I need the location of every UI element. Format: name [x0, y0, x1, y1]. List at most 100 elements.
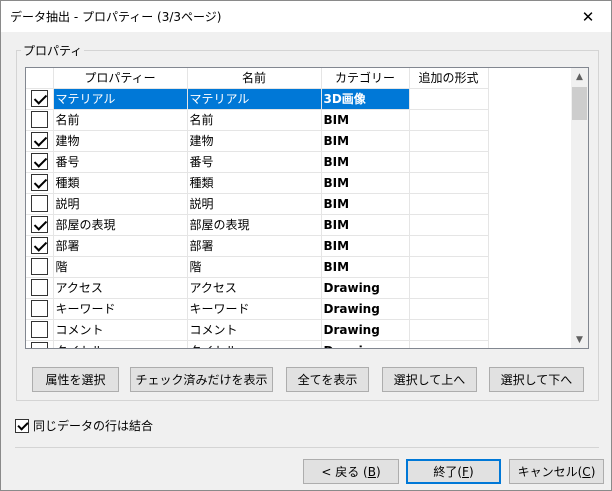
property-cell[interactable]: 部屋の表現 [53, 214, 188, 236]
category-cell[interactable]: BIM [321, 109, 410, 131]
property-cell[interactable]: タイトル [53, 340, 188, 348]
combine-rows-checkbox[interactable] [15, 418, 29, 433]
row-checkbox[interactable] [30, 90, 48, 107]
table-row[interactable]: 部署 部署 BIM [26, 235, 489, 257]
scroll-thumb[interactable] [572, 87, 587, 120]
table-row[interactable]: キーワード キーワード Drawing [26, 298, 489, 320]
name-cell[interactable]: 建物 [187, 130, 322, 152]
format-cell[interactable] [409, 277, 489, 299]
name-cell[interactable]: アクセス [187, 277, 322, 299]
vertical-scrollbar[interactable]: ▲ ▼ [571, 68, 588, 348]
name-cell[interactable]: 階 [187, 256, 322, 278]
property-cell[interactable]: コメント [53, 319, 188, 341]
name-cell[interactable]: タイトル [187, 340, 322, 348]
column-header-property[interactable]: プロパティー [53, 68, 188, 89]
property-cell[interactable]: アクセス [53, 277, 188, 299]
property-cell[interactable]: 建物 [53, 130, 188, 152]
cancel-button[interactable]: キャンセル(C) [509, 459, 604, 484]
select-attributes-button[interactable]: 属性を選択 [32, 367, 119, 392]
row-checkbox[interactable] [30, 153, 48, 170]
format-cell[interactable] [409, 214, 489, 236]
row-checkbox-cell [26, 277, 54, 299]
format-cell[interactable] [409, 340, 489, 348]
row-checkbox[interactable] [30, 321, 48, 338]
name-cell[interactable]: 種類 [187, 172, 322, 194]
category-cell[interactable]: BIM [321, 193, 410, 215]
column-header-format[interactable]: 追加の形式 [409, 68, 489, 89]
row-checkbox[interactable] [30, 237, 48, 254]
category-cell[interactable]: Drawing [321, 277, 410, 299]
category-cell[interactable]: 3D画像 [321, 88, 410, 110]
format-cell[interactable] [409, 319, 489, 341]
format-cell[interactable] [409, 235, 489, 257]
table-row[interactable]: 説明 説明 BIM [26, 193, 489, 215]
name-cell[interactable]: 部屋の表現 [187, 214, 322, 236]
property-cell[interactable]: 部署 [53, 235, 188, 257]
name-cell[interactable]: マテリアル [187, 88, 322, 110]
table-row[interactable]: 階階 BIM [26, 256, 489, 278]
property-grid[interactable]: プロパティー 名前 カテゴリー 追加の形式 マテリアル マテリアル 3D画像 名前 名前… [25, 67, 589, 349]
name-cell[interactable]: 番号 [187, 151, 322, 173]
property-cell[interactable]: 名前 [53, 109, 188, 131]
name-cell[interactable]: 説明 [187, 193, 322, 215]
move-up-button[interactable]: 選択して上へ [382, 367, 477, 392]
format-cell[interactable] [409, 130, 489, 152]
category-cell[interactable]: Drawing [321, 340, 410, 348]
row-checkbox[interactable] [30, 342, 48, 348]
property-cell[interactable]: 説明 [53, 193, 188, 215]
name-cell[interactable]: 名前 [187, 109, 322, 131]
table-row[interactable]: アクセス アクセス Drawing [26, 277, 489, 299]
format-cell[interactable] [409, 151, 489, 173]
row-checkbox[interactable] [30, 216, 48, 233]
name-cell[interactable]: キーワード [187, 298, 322, 320]
table-row[interactable]: マテリアル マテリアル 3D画像 [26, 88, 489, 110]
category-cell[interactable]: BIM [321, 172, 410, 194]
category-cell[interactable]: BIM [321, 151, 410, 173]
column-header-category[interactable]: カテゴリー [321, 68, 410, 89]
scroll-up-icon[interactable]: ▲ [571, 68, 588, 85]
finish-button[interactable]: 終了(F) [406, 459, 501, 484]
table-row[interactable]: コメント コメント Drawing [26, 319, 489, 341]
show-all-button[interactable]: 全てを表示 [286, 367, 369, 392]
name-cell[interactable]: 部署 [187, 235, 322, 257]
table-row[interactable]: 番号 番号 BIM [26, 151, 489, 173]
close-button[interactable]: ✕ [565, 1, 611, 32]
scroll-down-icon[interactable]: ▼ [571, 331, 588, 348]
row-checkbox[interactable] [30, 174, 48, 191]
category-cell[interactable]: BIM [321, 235, 410, 257]
format-cell[interactable] [409, 256, 489, 278]
row-checkbox[interactable] [30, 300, 48, 317]
format-cell[interactable] [409, 172, 489, 194]
table-row[interactable]: 建物 建物 BIM [26, 130, 489, 152]
format-cell[interactable] [409, 109, 489, 131]
combine-rows-option[interactable]: 同じデータの行は結合 [15, 417, 153, 434]
row-checkbox[interactable] [30, 258, 48, 275]
table-row[interactable]: 部屋の表現 部屋の表現 BIM [26, 214, 489, 236]
category-cell[interactable]: BIM [321, 130, 410, 152]
name-cell[interactable]: コメント [187, 319, 322, 341]
category-cell[interactable]: Drawing [321, 298, 410, 320]
format-cell[interactable] [409, 88, 489, 110]
category-cell[interactable]: BIM [321, 256, 410, 278]
category-cell[interactable]: BIM [321, 214, 410, 236]
column-header-check [26, 68, 54, 89]
row-checkbox[interactable] [30, 195, 48, 212]
property-cell[interactable]: マテリアル [53, 88, 188, 110]
format-cell[interactable] [409, 193, 489, 215]
row-checkbox[interactable] [30, 279, 48, 296]
property-cell[interactable]: 番号 [53, 151, 188, 173]
format-cell[interactable] [409, 298, 489, 320]
column-header-name[interactable]: 名前 [187, 68, 322, 89]
row-checkbox[interactable] [30, 111, 48, 128]
move-down-button[interactable]: 選択して下へ [489, 367, 584, 392]
table-row[interactable]: 名前 名前 BIM [26, 109, 489, 131]
row-checkbox[interactable] [30, 132, 48, 149]
back-button[interactable]: < 戻る (B) [303, 459, 399, 484]
table-row[interactable]: 種類 種類 BIM [26, 172, 489, 194]
category-cell[interactable]: Drawing [321, 319, 410, 341]
table-row[interactable]: タイトルタイトルDrawing [26, 340, 489, 348]
property-cell[interactable]: 種類 [53, 172, 188, 194]
property-cell[interactable]: 階 [53, 256, 188, 278]
show-checked-only-button[interactable]: チェック済みだけを表示 [130, 367, 273, 392]
property-cell[interactable]: キーワード [53, 298, 188, 320]
